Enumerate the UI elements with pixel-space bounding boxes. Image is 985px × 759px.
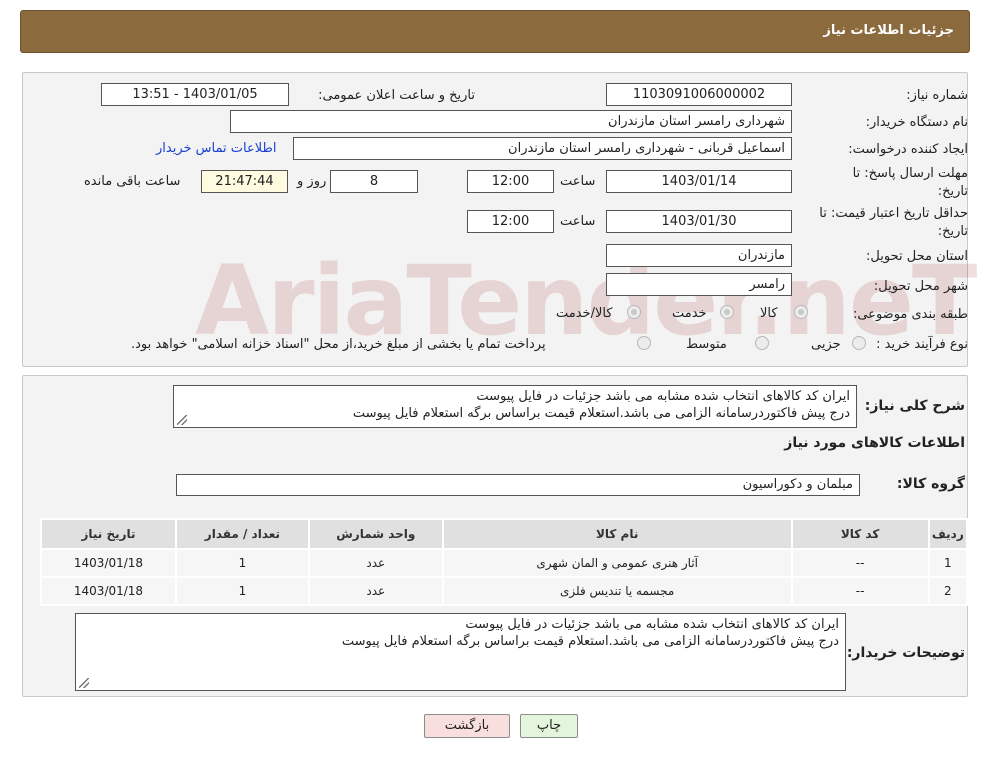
category-service-radio[interactable] — [720, 305, 734, 319]
goods-table-header: ردیف کد کالا نام کالا واحد شمارش تعداد /… — [40, 518, 969, 550]
resize-grip-icon[interactable] — [177, 415, 187, 425]
remaining-time-label: ساعت باقی مانده — [84, 174, 181, 189]
province-label: استان محل تحویل: — [866, 249, 968, 264]
price-validity-time-label: ساعت — [560, 214, 596, 229]
col-unit: واحد شمارش — [307, 518, 444, 550]
resize-grip-icon[interactable] — [79, 678, 89, 688]
description-line-2: درج پیش فاکتوردرسامانه الزامی می باشد.اس… — [352, 406, 850, 421]
description-textarea[interactable]: ایران کد کالاهای انتخاب شده مشابه می باش… — [173, 385, 857, 428]
process-type-label: نوع فرآیند خرید : — [876, 337, 968, 352]
col-code: کد کالا — [790, 518, 930, 550]
deadline-time-label: ساعت — [560, 174, 596, 189]
buyer-notes-textarea[interactable]: ایران کد کالاهای انتخاب شده مشابه می باش… — [75, 613, 846, 691]
days-label: روز و — [297, 174, 327, 189]
table-row: 1 -- آثار هنری عمومی و المان شهری عدد 1 … — [40, 548, 969, 578]
announce-date-field[interactable]: 1403/01/05 - 13:51 — [101, 83, 289, 106]
goods-group-field[interactable]: مبلمان و دکوراسیون — [176, 474, 860, 496]
remaining-time-field[interactable]: 21:47:44 — [201, 170, 288, 193]
col-name: نام کالا — [441, 518, 793, 550]
process-note-text: پرداخت تمام یا بخشی از مبلغ خرید،از محل … — [131, 337, 546, 352]
deadline-date-field[interactable]: 1403/01/14 — [606, 170, 792, 193]
buyer-notes-label: توضیحات خریدار: — [846, 645, 965, 661]
process-medium-label: متوسط — [686, 337, 727, 352]
print-button[interactable]: چاپ — [520, 714, 578, 738]
process-minor-label: جزیی — [811, 337, 841, 352]
col-date: تاریخ نیاز — [40, 518, 177, 550]
city-field[interactable]: رامسر — [606, 273, 792, 296]
deadline-label-2: تاریخ: — [937, 184, 968, 199]
page-header: جزئیات اطلاعات نیاز — [20, 10, 970, 53]
buyer-notes-line-2: درج پیش فاکتوردرسامانه الزامی می باشد.اس… — [341, 634, 839, 649]
cell-date: 1403/01/18 — [40, 576, 177, 606]
price-validity-label: حداقل تاریخ اعتبار قیمت: تا — [819, 206, 968, 221]
buyer-contact-link[interactable]: اطلاعات تماس خریدار — [156, 141, 276, 156]
category-service-label: خدمت — [672, 306, 707, 321]
cell-name: مجسمه یا تندیس فلزی — [441, 576, 793, 606]
cell-qty: 1 — [174, 576, 310, 606]
page-title: جزئیات اطلاعات نیاز — [823, 23, 954, 38]
price-validity-date-field[interactable]: 1403/01/30 — [606, 210, 792, 233]
col-row: ردیف — [927, 518, 969, 550]
goods-table: ردیف کد کالا نام کالا واحد شمارش تعداد /… — [40, 518, 969, 606]
days-remaining-field[interactable]: 8 — [330, 170, 418, 193]
cell-row: 1 — [927, 548, 969, 578]
price-validity-time-field[interactable]: 12:00 — [467, 210, 554, 233]
buyer-org-field[interactable]: شهرداری رامسر استان مازندران — [230, 110, 792, 133]
buyer-notes-line-1: ایران کد کالاهای انتخاب شده مشابه می باش… — [465, 617, 839, 632]
goods-group-label: گروه کالا: — [896, 476, 965, 492]
description-label: شرح کلی نیاز: — [864, 398, 965, 414]
category-goods-label: کالا — [760, 306, 778, 321]
category-label: طبقه بندی موضوعی: — [852, 307, 968, 322]
process-medium-radio[interactable] — [755, 336, 769, 350]
buyer-org-label: نام دستگاه خریدار: — [865, 115, 968, 130]
deadline-time-field[interactable]: 12:00 — [467, 170, 554, 193]
price-validity-label-2: تاریخ: — [937, 224, 968, 239]
cell-row: 2 — [927, 576, 969, 606]
cell-unit: عدد — [307, 548, 444, 578]
cell-code: -- — [790, 576, 930, 606]
cell-date: 1403/01/18 — [40, 548, 177, 578]
goods-section-title: اطلاعات کالاهای مورد نیاز — [784, 435, 965, 451]
need-number-field[interactable]: 1103091006000002 — [606, 83, 792, 106]
creator-field[interactable]: اسماعیل قربانی - شهرداری رامسر استان ماز… — [293, 137, 792, 160]
category-goods-service-radio[interactable] — [627, 305, 641, 319]
treasury-checkbox[interactable] — [637, 336, 651, 350]
table-row: 2 -- مجسمه یا تندیس فلزی عدد 1 1403/01/1… — [40, 576, 969, 606]
back-button[interactable]: بازگشت — [424, 714, 510, 738]
description-line-1: ایران کد کالاهای انتخاب شده مشابه می باش… — [476, 389, 850, 404]
creator-label: ایجاد کننده درخواست: — [848, 142, 968, 157]
cell-code: -- — [790, 548, 930, 578]
province-field[interactable]: مازندران — [606, 244, 792, 267]
deadline-label: مهلت ارسال پاسخ: تا — [852, 166, 968, 181]
city-label: شهر محل تحویل: — [873, 279, 968, 294]
announce-date-label: تاریخ و ساعت اعلان عمومی: — [318, 88, 475, 103]
category-goods-radio[interactable] — [794, 305, 808, 319]
cell-name: آثار هنری عمومی و المان شهری — [441, 548, 793, 578]
process-minor-radio[interactable] — [852, 336, 866, 350]
need-number-label: شماره نیاز: — [906, 88, 968, 103]
cell-unit: عدد — [307, 576, 444, 606]
col-qty: تعداد / مقدار — [174, 518, 310, 550]
category-goods-service-label: کالا/خدمت — [556, 306, 613, 321]
cell-qty: 1 — [174, 548, 310, 578]
